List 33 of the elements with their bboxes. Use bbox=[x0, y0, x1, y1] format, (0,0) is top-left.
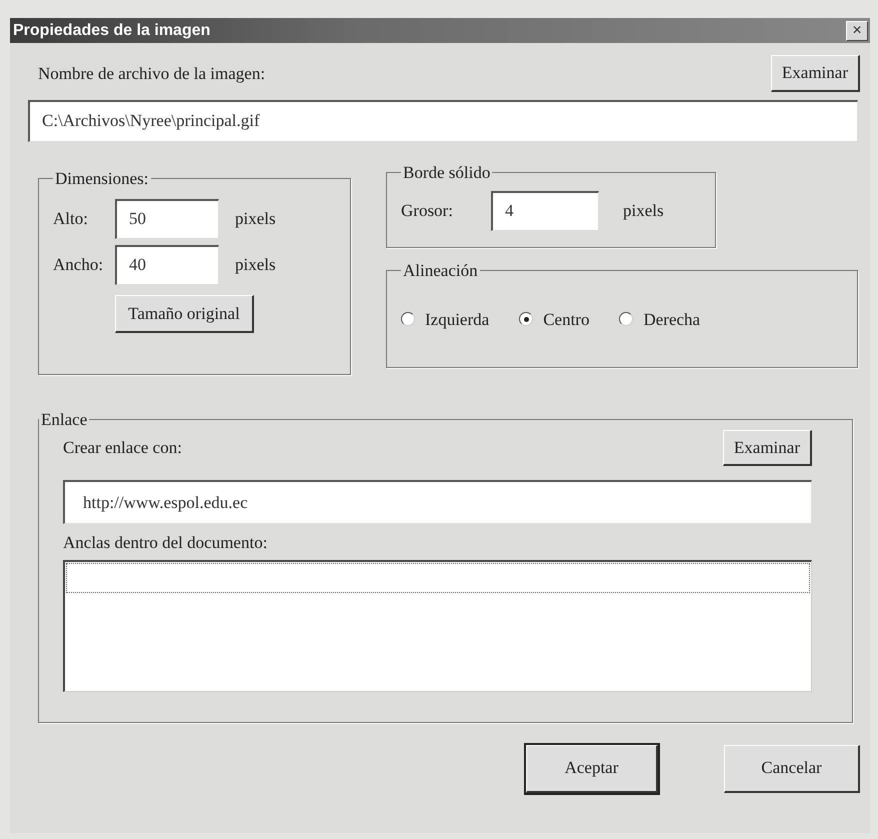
radio-option[interactable]: Izquierda bbox=[401, 306, 490, 332]
group-label: Borde sólido bbox=[402, 164, 492, 180]
radio-button[interactable] bbox=[401, 312, 415, 326]
radio-option[interactable]: Derecha bbox=[619, 306, 700, 332]
unit-label: pixels bbox=[235, 208, 276, 230]
number-field[interactable]: 4 bbox=[491, 190, 599, 230]
group-label: Enlace bbox=[40, 410, 88, 428]
field-label: Grosor: bbox=[401, 200, 454, 222]
unit-label: pixels bbox=[623, 200, 664, 222]
field-label: Nombre de archivo de la imagen: bbox=[38, 62, 266, 85]
radio-button[interactable] bbox=[619, 312, 634, 326]
field-label: Alto: bbox=[53, 208, 89, 230]
url-field[interactable]: http://www.espol.edu.ec bbox=[63, 480, 812, 524]
number-field[interactable]: 40 bbox=[115, 244, 219, 284]
number-field[interactable]: 50 bbox=[115, 198, 219, 238]
radio-button[interactable] bbox=[519, 312, 534, 326]
field-label: Anclas dentro del documento: bbox=[63, 532, 268, 554]
list-row[interactable] bbox=[66, 562, 810, 592]
unit-label: pixels bbox=[235, 254, 276, 276]
browse-button[interactable]: Examinar bbox=[770, 55, 860, 92]
file-path-field[interactable]: C:\Archivos\Nyree\principal.gif bbox=[28, 100, 858, 142]
ok-button[interactable]: Aceptar bbox=[526, 744, 658, 792]
browse-button[interactable]: Examinar bbox=[722, 430, 812, 466]
anchor-list[interactable] bbox=[63, 560, 812, 692]
field-label: Crear enlace con: bbox=[63, 437, 182, 459]
original-size-button[interactable]: Tamaño original bbox=[115, 294, 254, 333]
radio-option[interactable]: Centro bbox=[519, 306, 590, 332]
cancel-button[interactable]: Cancelar bbox=[724, 744, 860, 792]
close-button[interactable]: × bbox=[846, 20, 868, 40]
group-label: Dimensiones: bbox=[54, 170, 150, 186]
window-title: Propiedades de la imagen bbox=[13, 20, 210, 40]
field-label: Ancho: bbox=[53, 254, 104, 276]
group-label: Alineación bbox=[402, 262, 479, 278]
